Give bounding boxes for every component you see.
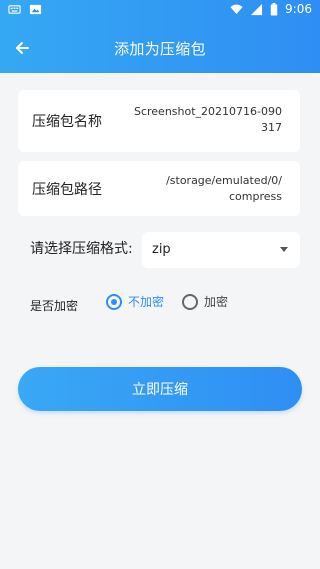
dropdown-arrow-icon	[280, 247, 288, 252]
toolbar: 添加为压缩包	[0, 22, 320, 72]
archive-path-value[interactable]: /storage/emulated/0/ compress	[122, 173, 282, 205]
battery-icon	[270, 2, 278, 16]
radio-encryption[interactable]: 加密	[182, 293, 228, 310]
radio-no-encryption[interactable]: 不加密	[106, 293, 164, 310]
signal-icon	[250, 3, 263, 15]
status-bar: 9:06	[0, 0, 320, 22]
format-row: 请选择压缩格式: zip	[0, 224, 320, 268]
encryption-row: 是否加密 不加密 加密	[0, 288, 320, 322]
status-time: 9:06	[285, 2, 312, 16]
keyboard-icon	[8, 5, 21, 14]
image-icon	[29, 4, 42, 15]
radio-unchecked-icon	[182, 293, 199, 310]
format-label: 请选择压缩格式:	[30, 241, 133, 257]
radio-checked-icon	[106, 293, 122, 310]
app-header: 9:06 添加为压缩包	[0, 0, 320, 73]
format-select[interactable]: zip	[142, 232, 300, 268]
archive-name-field[interactable]: 压缩包名称 Screenshot_20210716-090 317	[18, 90, 300, 152]
archive-name-value[interactable]: Screenshot_20210716-090 317	[122, 104, 282, 136]
page-title: 添加为压缩包	[114, 40, 206, 58]
format-selected-value: zip	[152, 242, 171, 257]
archive-path-field[interactable]: 压缩包路径 /storage/emulated/0/ compress	[18, 161, 300, 216]
encryption-label: 是否加密	[30, 299, 79, 313]
wifi-icon	[230, 4, 243, 14]
encryption-radio-group: 不加密 加密	[106, 293, 228, 310]
archive-name-label: 压缩包名称	[32, 114, 102, 130]
archive-path-label: 压缩包路径	[32, 182, 102, 198]
compress-now-button[interactable]: 立即压缩	[18, 367, 302, 411]
